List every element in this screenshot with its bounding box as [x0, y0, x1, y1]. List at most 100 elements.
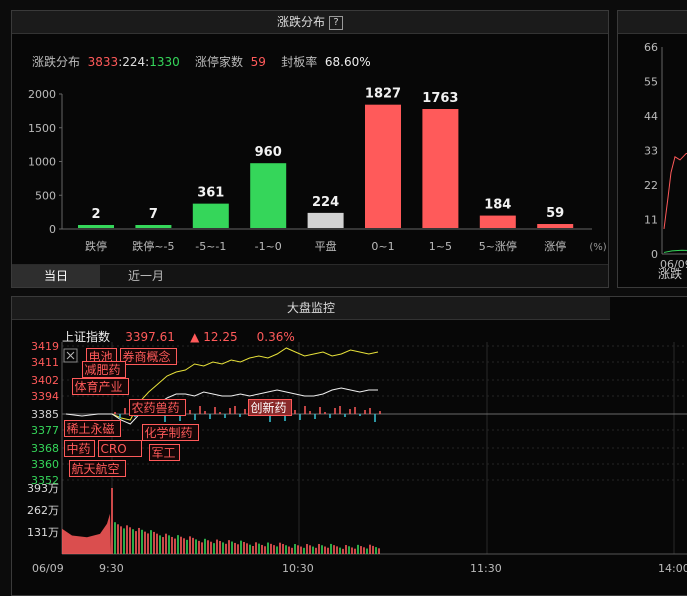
pct-unit-label: (%)	[589, 242, 606, 253]
sector-annotation-label: 军工	[152, 446, 176, 460]
market-monitor-panel: 大盘监控 上证指数 3397.61 ▲ 12.25 0.36% 3419 3411…	[11, 296, 687, 596]
time-tick-label: 11:30	[470, 562, 502, 575]
y-tick-label: 0	[651, 248, 658, 261]
y-tick-label: 33	[644, 145, 658, 158]
x-tick-label: -1~0	[255, 240, 282, 253]
sector-annotation: 化学制药	[142, 424, 199, 441]
updown-trend-panel: 665544332211006/09 涨跌	[617, 10, 687, 288]
distribution-title: 涨跌分布	[276, 15, 325, 29]
distribution-panel-header: 涨跌分布?	[12, 11, 608, 34]
market-monitor-title: 大盘监控	[286, 301, 335, 315]
summary-flat-count: 224	[122, 55, 146, 69]
sector-annotation-label: 创新药	[251, 400, 287, 415]
sector-annotation-label: 农药兽药	[132, 401, 180, 415]
y-tick-label: 11	[644, 214, 658, 227]
bar-6	[422, 108, 459, 228]
bar-value-label: 960	[255, 145, 282, 160]
x-tick-label: 0~1	[371, 240, 394, 253]
price-tick-label: 3360	[31, 458, 59, 471]
help-icon[interactable]: ?	[329, 15, 343, 30]
distribution-bar-chart: 0 500 1000 1500 2000 2 跌停 7 跌停~-5 361 -5~-1 960 -1~0…	[28, 87, 607, 253]
bar-3	[250, 163, 287, 228]
time-tick-label: 14:00	[658, 562, 687, 575]
summary-label: 涨跌分布	[32, 55, 81, 69]
close-icon	[63, 348, 78, 363]
y-tick-label: 0	[49, 223, 56, 236]
price-tick-label: 3377	[31, 424, 59, 437]
y-tick-label: 22	[644, 179, 658, 192]
limit-count-line	[663, 249, 687, 253]
sector-annotation: 减肥药	[82, 361, 126, 378]
sector-annotation: 体育产业	[72, 378, 129, 395]
sector-annotation-label: 减肥药	[85, 363, 121, 377]
y-tick-label: 55	[644, 76, 658, 89]
price-tick-label: 3368	[31, 442, 59, 455]
bar-2	[192, 203, 229, 228]
intraday-chart: 341934113402339433853377336833603352电池 券商…	[27, 342, 687, 575]
time-tick-label: 9:30	[99, 562, 124, 575]
distribution-panel: 涨跌分布? 涨跌分布 3833:224:1330 涨停家数 59 封板率 68.…	[11, 10, 609, 288]
close-icon-glyph	[66, 351, 75, 360]
sector-annotation-label: 券商概念	[123, 349, 171, 364]
volume-tick-label: 262万	[27, 504, 59, 517]
tab-today[interactable]: 当日	[12, 265, 100, 287]
limit-up-value: 59	[250, 55, 266, 69]
y-tick-label: 1000	[28, 156, 56, 169]
distribution-summary: 涨跌分布 3833:224:1330 涨停家数 59 封板率 68.60%	[32, 53, 371, 70]
bar-value-label: 224	[312, 195, 339, 210]
summary-up-count: 3833	[87, 55, 119, 69]
bar-7	[479, 215, 516, 228]
sector-annotation-label: 稀土永磁	[67, 421, 115, 436]
sector-annotation: 中药	[64, 440, 95, 457]
y-tick-label: 500	[35, 189, 56, 202]
x-tick-label: 平盘	[315, 239, 337, 253]
bar-value-label: 361	[197, 186, 224, 201]
time-tick-label: 06/09	[32, 562, 64, 575]
bar-value-label: 1827	[365, 87, 401, 102]
bar-value-label: 59	[546, 206, 564, 221]
bar-value-label: 1763	[422, 91, 458, 106]
bar-8	[537, 224, 574, 228]
market-monitor-header: 大盘监控	[12, 297, 610, 320]
price-tick-label: 3419	[31, 342, 59, 353]
seal-rate-label: 封板率	[281, 55, 318, 69]
sector-annotation: CRO	[98, 440, 142, 457]
sector-annotation: 稀土永磁	[64, 420, 121, 437]
x-tick-label: 5~涨停	[479, 239, 517, 253]
x-tick-label: -5~-1	[195, 240, 226, 253]
bar-5	[365, 104, 401, 228]
y-tick-label: 44	[644, 110, 658, 123]
sector-annotation-label: CRO	[101, 442, 127, 456]
bar-value-label: 7	[149, 207, 158, 222]
sector-annotation: 创新药	[248, 399, 292, 416]
bar-value-label: 2	[91, 207, 100, 222]
bar-4	[307, 212, 344, 228]
volume-tick-label: 393万	[27, 482, 59, 495]
bar-value-label: 184	[484, 198, 511, 213]
sector-annotation-label: 航天航空	[72, 461, 120, 476]
up-count-line	[663, 152, 687, 229]
updown-trend-header	[618, 11, 687, 34]
price-tick-label: 3402	[31, 374, 59, 387]
price-tick-label: 3411	[31, 356, 59, 369]
price-tick-label: 3385	[31, 408, 59, 421]
sector-annotation: 航天航空	[69, 460, 126, 477]
sector-annotation-label: 体育产业	[75, 379, 123, 394]
sector-annotation: 军工	[149, 444, 180, 461]
pre-market-volume-area	[62, 513, 111, 554]
updown-trend-label: 涨跌	[658, 267, 683, 281]
bar-0	[78, 225, 114, 228]
summary-down-count: 1330	[149, 55, 180, 69]
bar-1	[135, 225, 172, 228]
y-tick-label: 66	[644, 41, 658, 54]
sector-annotation-label: 中药	[67, 441, 91, 456]
sector-annotation: 券商概念	[120, 348, 177, 365]
x-tick-label: 跌停	[85, 239, 107, 253]
seal-rate-value: 68.60%	[324, 55, 371, 69]
sector-annotation-label: 化学制药	[145, 425, 193, 440]
sector-annotation: 农药兽药	[129, 399, 186, 416]
time-tick-label: 10:30	[282, 562, 314, 575]
tab-last-month[interactable]: 近一月	[110, 265, 182, 287]
y-tick-label: 1500	[28, 122, 56, 135]
price-tick-label: 3394	[31, 390, 59, 403]
